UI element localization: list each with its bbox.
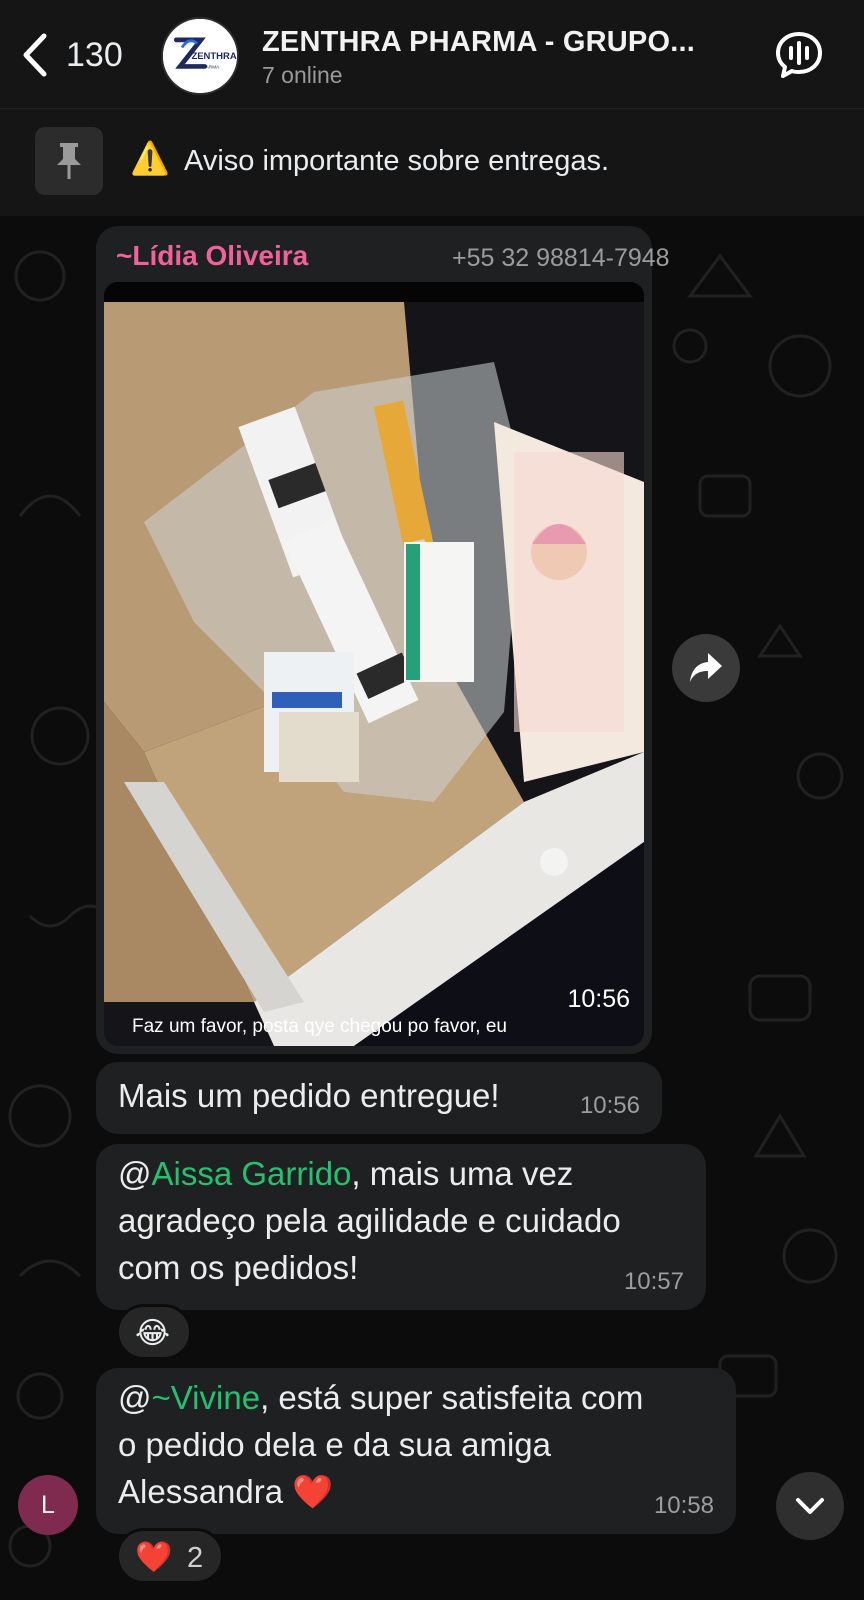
back-chevron-icon: [23, 33, 47, 77]
sender-name[interactable]: Lídia Oliveira: [132, 240, 308, 271]
message-line: com os pedidos!: [118, 1249, 359, 1286]
reaction-pill[interactable]: ❤️ 2: [116, 1528, 224, 1584]
message-timestamp: 10:56: [579, 1092, 640, 1119]
mention-link[interactable]: Aissa Garrido: [152, 1155, 352, 1192]
text-message-bubble[interactable]: @~Vivine, está super satisfeita com o pe…: [96, 1368, 736, 1534]
message-timestamp: 10:58: [653, 1492, 714, 1519]
forward-icon: [690, 653, 722, 682]
sender-name-row[interactable]: ~Lídia Oliveira: [116, 240, 308, 272]
message-photo[interactable]: 10:56 Faz um favor, posta qye chegou po …: [104, 282, 644, 1046]
zenthra-logo: ZENTHRA PHARMA: [163, 19, 237, 93]
unread-count[interactable]: 130: [66, 36, 123, 75]
chat-header: 130 ZENTHRA PHARMA ZENTHRA PHARMA - GRUP…: [0, 0, 864, 108]
svg-text:ZENTHRA: ZENTHRA: [191, 51, 236, 62]
message-line-rest: , está super satisfeita com: [260, 1379, 644, 1416]
message-text: Mais um pedido entregue!: [118, 1077, 500, 1114]
reaction-count: 2: [187, 1542, 204, 1574]
sender-avatar[interactable]: L: [18, 1475, 78, 1535]
text-message-bubble[interactable]: @Aissa Garrido, mais uma vez agradeço pe…: [96, 1144, 706, 1310]
message-line: Alessandra ❤️: [118, 1473, 334, 1510]
message-line: @~Vivine, está super satisfeita com: [118, 1374, 728, 1421]
photo-timestamp: 10:56: [567, 985, 630, 1013]
reaction-emoji: ❤️: [135, 1541, 173, 1574]
group-avatar[interactable]: ZENTHRA PHARMA: [161, 17, 239, 95]
pinned-message-bar[interactable]: ⚠️ Aviso importante sobre entregas.: [0, 108, 864, 216]
text-message-bubble[interactable]: Mais um pedido entregue! 10:56: [96, 1062, 662, 1134]
reaction-emoji: 😂: [135, 1317, 171, 1350]
group-title[interactable]: ZENTHRA PHARMA - GRUPO...: [262, 26, 732, 59]
message-line: @Aissa Garrido, mais uma vez: [118, 1150, 698, 1197]
photo-caption: Faz um favor, posta qye chegou po favor,…: [132, 1016, 507, 1037]
package-photo-image: [104, 282, 644, 1046]
svg-text:PHARMA: PHARMA: [199, 64, 220, 70]
reaction-pill[interactable]: 😂: [116, 1304, 192, 1360]
pinned-message-text: Aviso importante sobre entregas.: [184, 145, 610, 177]
pin-icon: [57, 143, 81, 179]
voice-chat-icon: [776, 32, 822, 78]
message-line: o pedido dela e da sua amiga: [118, 1426, 551, 1463]
forward-button[interactable]: [672, 634, 740, 702]
sender-phone: +55 32 98814-7948: [452, 244, 670, 272]
mention-at: @: [118, 1155, 152, 1192]
voice-chat-button[interactable]: [774, 30, 824, 80]
mention-link[interactable]: ~Vivine: [152, 1379, 261, 1416]
message-text: @~Vivine, está super satisfeita com o pe…: [118, 1374, 728, 1515]
chevron-down-icon: [796, 1498, 824, 1514]
scroll-to-bottom-button[interactable]: [776, 1472, 844, 1540]
back-button[interactable]: [14, 30, 54, 80]
message-line: agradeço pela agilidade e cuidado: [118, 1202, 621, 1239]
message-timestamp: 10:57: [623, 1268, 684, 1295]
message-text: @Aissa Garrido, mais uma vez agradeço pe…: [118, 1150, 698, 1291]
pin-button[interactable]: [35, 127, 103, 195]
warning-icon: ⚠️: [130, 140, 170, 176]
online-status: 7 online: [262, 62, 343, 88]
mention-at: @: [118, 1379, 152, 1416]
message-line-rest: , mais uma vez: [351, 1155, 574, 1192]
sender-prefix: ~: [116, 240, 133, 271]
